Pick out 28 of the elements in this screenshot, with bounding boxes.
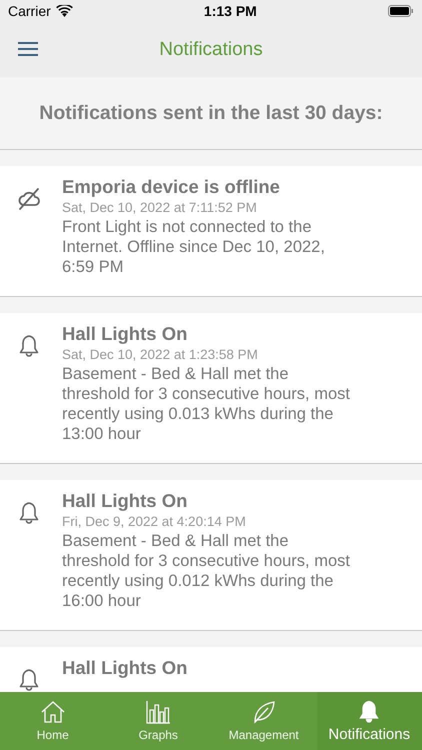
notification-title: Hall Lights On	[62, 323, 188, 345]
tab-item[interactable]: Management	[211, 692, 316, 750]
bar-chart-icon	[145, 700, 172, 724]
status-time: 1:13 PM	[204, 3, 257, 19]
notification-card[interactable]: Hall Lights On Sat, Dec 10, 2022 at 1:23:58 PM Basement - Bed & Hall met the threshold for 3 consecutive hours, most recently using 0.013 kWhs during the 13:00 hour	[0, 313, 422, 464]
notification-card[interactable]: Hall Lights On	[0, 647, 422, 692]
screen-title: Notifications	[159, 38, 263, 60]
tab-item[interactable]: Notifications	[316, 692, 422, 750]
notification-date: Sat, Dec 10, 2022 at 1:23:58 PM	[62, 347, 259, 362]
tab-item[interactable]: Graphs	[106, 692, 211, 750]
notification-card[interactable]: Hall Lights On Fri, Dec 9, 2022 at 4:20:14 PM Basement - Bed & Hall met the threshold for 3 consecutive hours, most recently using 0.012 kWhs during the 16:00 hour	[0, 480, 422, 631]
notification-card[interactable]: Emporia device is offline Sat, Dec 10, 2022 at 7:11:52 PM Front Light is not connected to the Internet. Offline since Dec 10, 2022, 6:59 PM	[0, 166, 422, 297]
notification-date: Fri, Dec 9, 2022 at 4:20:14 PM	[62, 514, 247, 529]
house-icon	[40, 700, 66, 724]
notification-message: Basement - Bed & Hall met the threshold for 3 consecutive hours, most recently using 0.012 kWhs during the 16:00 hour	[62, 531, 351, 611]
notification-title: Hall Lights On	[62, 490, 188, 512]
tab-item[interactable]: Home	[0, 692, 106, 750]
notification-title: Hall Lights On	[62, 657, 188, 679]
carrier-label: Carrier	[8, 3, 51, 19]
notification-message: Basement - Bed & Hall met the threshold for 3 consecutive hours, most recently using 0.013 kWhs during the 13:00 hour	[62, 364, 351, 444]
section-heading: Notifications sent in the last 30 days:	[39, 102, 383, 124]
battery-icon	[388, 5, 414, 17]
menu-icon[interactable]	[18, 41, 38, 57]
wifi-icon	[56, 5, 73, 17]
notification-message: Front Light is not connected to the Internet. Offline since Dec 10, 2022, 6:59 PM	[62, 217, 326, 277]
notification-title: Emporia device is offline	[62, 176, 281, 198]
notification-date: Sat, Dec 10, 2022 at 7:11:52 PM	[62, 200, 258, 215]
crossed-cloud-icon	[16, 186, 42, 212]
